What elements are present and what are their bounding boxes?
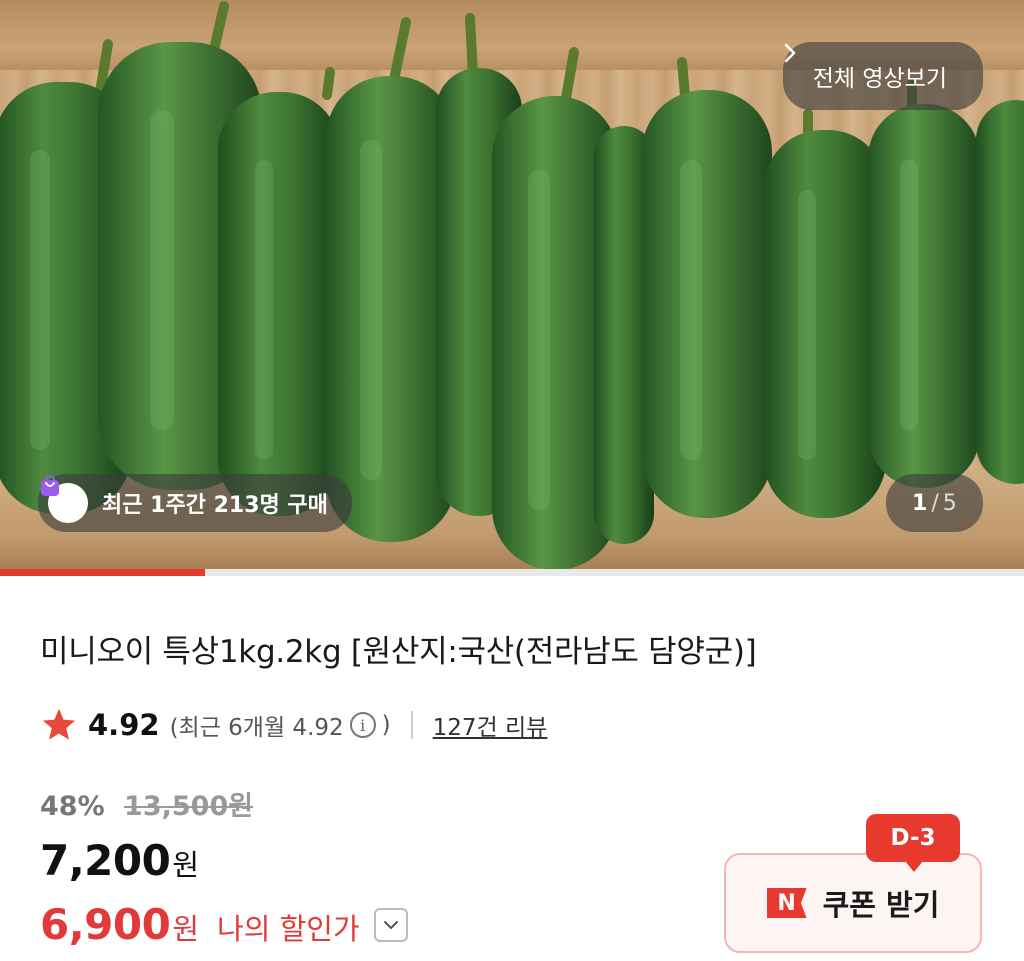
recent-buyers-badge: 최근 1주간 213명 구매: [38, 474, 352, 532]
recent-buyers-text: 최근 1주간 213명 구매: [102, 493, 328, 518]
gallery-progress-fill: [0, 569, 205, 576]
recent-rating-close: ): [381, 712, 391, 738]
sale-price: 7,200: [40, 836, 171, 885]
review-count-link[interactable]: 127건 리뷰: [433, 708, 548, 742]
get-coupon-label: 쿠폰 받기: [822, 888, 940, 922]
recent-rating-text: (최근 6개월 4.92: [169, 715, 344, 741]
coupon-dday-badge: D-3: [866, 814, 960, 872]
view-all-videos-label: 전체 영상보기: [812, 66, 947, 92]
image-counter: 1 / 5: [886, 474, 983, 532]
chevron-down-icon[interactable]: [373, 907, 408, 942]
product-image-gallery[interactable]: 전체 영상보기 최근 1주간 213명 구매 1 / 5: [0, 0, 1024, 576]
rating-score: 4.92: [88, 708, 160, 742]
naver-n-icon: N: [766, 888, 807, 918]
my-discount-price: 6,900: [40, 900, 171, 949]
sale-price-unit: 원: [172, 848, 200, 882]
divider: [410, 711, 413, 739]
get-coupon-button[interactable]: N 쿠폰 받기: [724, 853, 982, 953]
sale-price-row: 7,200원: [40, 836, 199, 885]
original-price: 13,500원: [124, 791, 254, 822]
discount-row: 48% 13,500원: [40, 784, 253, 823]
my-discount-label: 나의 할인가: [217, 912, 360, 946]
my-price-row: 6,900 원 나의 할인가: [40, 900, 408, 949]
shopping-bag-icon: [41, 474, 88, 523]
rating-row: 4.92 (최근 6개월 4.92 i ) 127건 리뷰: [40, 703, 547, 747]
product-title: 미니오이 특상1kg.2kg [원산지:국산(전라남도 담양군)]: [40, 634, 757, 670]
image-counter-total: 5: [942, 490, 957, 516]
star-icon: [42, 708, 76, 740]
gallery-progress-bar: [0, 569, 1024, 576]
info-icon[interactable]: i: [349, 712, 376, 738]
image-counter-current: 1: [912, 490, 928, 516]
discount-percent: 48%: [40, 791, 105, 822]
recent-rating: (최근 6개월 4.92 i ): [170, 708, 391, 742]
my-discount-price-unit: 원: [172, 912, 200, 946]
view-all-videos-button[interactable]: 전체 영상보기: [782, 42, 983, 110]
image-counter-separator: /: [931, 490, 939, 516]
